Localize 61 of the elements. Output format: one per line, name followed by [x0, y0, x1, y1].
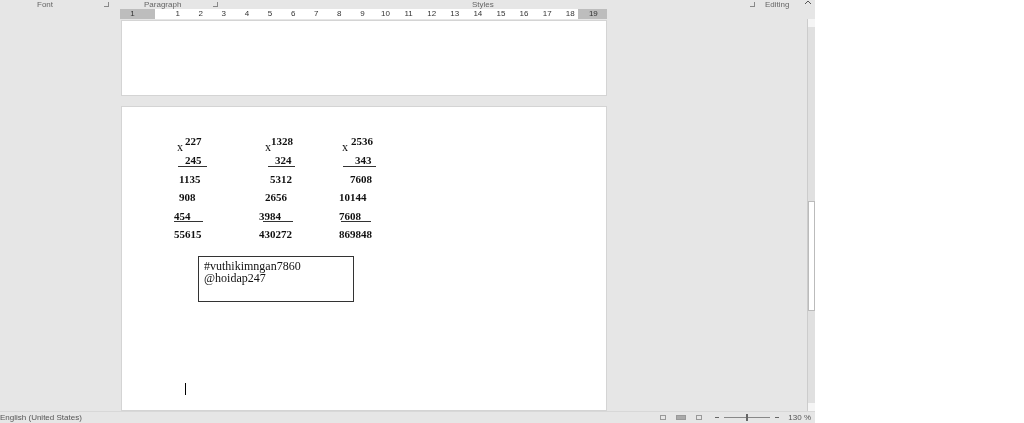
ruler-number: 3: [220, 9, 228, 19]
language-indicator[interactable]: English (United States): [0, 413, 82, 422]
ruler-number: 8: [336, 9, 343, 19]
multiplier: 324: [275, 153, 292, 168]
dialog-launcher-icon[interactable]: [104, 2, 109, 7]
multiply-sign: x: [342, 140, 348, 153]
partial-product: 7608: [339, 208, 361, 224]
partial-product: 7608: [350, 171, 372, 187]
group-label: Editing: [765, 0, 790, 9]
horizontal-ruler[interactable]: 1 1 2 3 4 5 6 7 8 9 10 11 12 13 14 15 16 17 18 19: [120, 9, 607, 19]
zoom-slider-thumb[interactable]: [746, 414, 749, 421]
ruler-number: 18: [564, 9, 576, 19]
product: 430272: [259, 227, 292, 242]
product: 55615: [174, 227, 202, 242]
text-line: @hoidap247: [204, 271, 266, 284]
multiplicand: 227: [185, 134, 202, 149]
ruler-number: 19: [587, 9, 599, 19]
text-line: #vuthikimngan7860: [204, 259, 302, 272]
text-cursor: [185, 383, 186, 395]
ruler-number: 6: [289, 9, 297, 19]
vertical-scrollbar[interactable]: [807, 19, 815, 411]
group-label: Paragraph: [144, 0, 182, 9]
partial-product: 2656: [265, 190, 287, 205]
dialog-launcher-icon[interactable]: [750, 2, 755, 7]
multiply-sign: x: [177, 140, 183, 153]
ruler-number: 15: [495, 9, 507, 19]
ruler-number: 17: [541, 9, 553, 19]
multiplier: 245: [185, 153, 202, 168]
product: 869848: [339, 227, 372, 242]
multiply-sign: x: [265, 140, 271, 153]
ruler-number: 7: [312, 9, 320, 19]
web-layout-icon[interactable]: [696, 415, 703, 420]
scroll-thumb[interactable]: [808, 201, 815, 311]
partial-product: 3984: [259, 208, 281, 224]
ruler-number: 9: [359, 9, 366, 19]
ruler-number: 5: [266, 9, 274, 19]
print-layout-icon[interactable]: [676, 415, 687, 420]
partial-product: 454: [174, 208, 191, 224]
multiplicand: 1328: [271, 134, 293, 147]
ruler-number: 11: [403, 9, 414, 19]
ruler-number: 2: [197, 9, 204, 19]
multiplicand: 2536: [351, 134, 373, 149]
group-label: Styles: [472, 0, 494, 9]
ruler-number: 1: [174, 9, 181, 19]
read-mode-icon[interactable]: [660, 415, 667, 420]
partial-product: 908: [179, 190, 196, 205]
ruler-number: 10: [380, 9, 391, 19]
partial-product: 10144: [339, 190, 367, 205]
ruler-number: 4: [243, 9, 251, 19]
partial-product: 1135: [179, 171, 201, 187]
ruler-number: 14: [472, 9, 484, 19]
partial-product: 5312: [270, 171, 292, 187]
multiplier: 343: [355, 153, 372, 168]
ruler-number: 13: [449, 9, 461, 19]
ruler-number: 12: [426, 9, 438, 19]
ruler-number: 1: [129, 9, 136, 19]
ruler-number: 16: [518, 9, 530, 19]
zoom-level[interactable]: 130 %: [788, 413, 811, 422]
group-label: Font: [37, 0, 53, 9]
collapse-ribbon-icon[interactable]: [805, 0, 811, 4]
dialog-launcher-icon[interactable]: [213, 2, 218, 7]
